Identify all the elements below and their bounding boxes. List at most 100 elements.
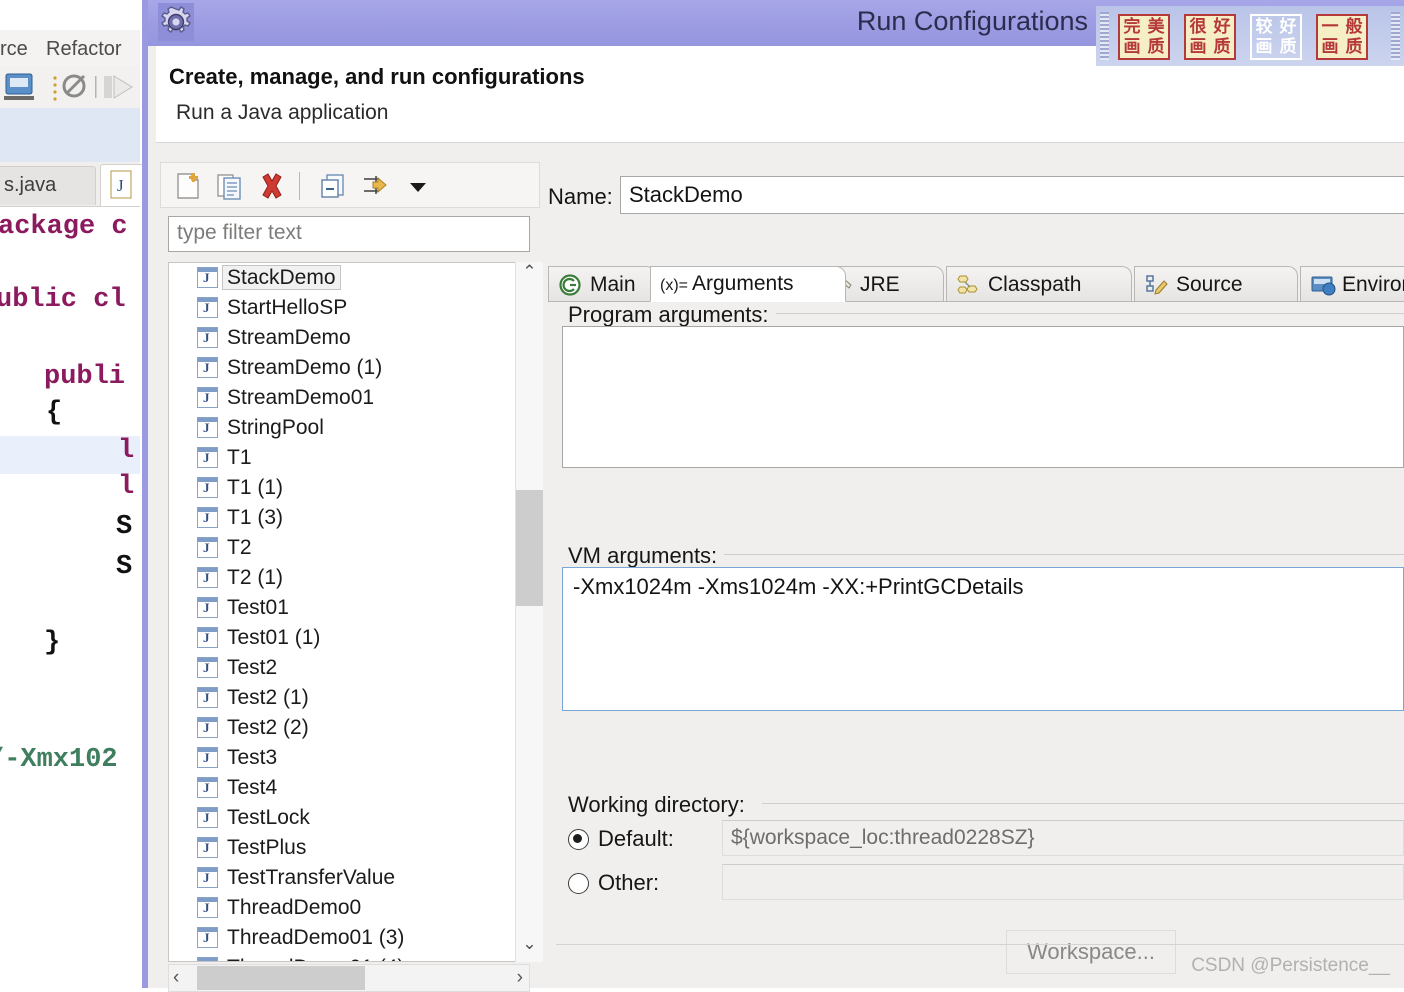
new-configuration-icon[interactable] xyxy=(171,169,205,203)
ide-code-line: l xyxy=(118,472,135,502)
tree-horizontal-scroll-thumb[interactable] xyxy=(197,966,365,990)
tree-item-label: T2 xyxy=(227,536,252,559)
ide-editor-tab-label: s.java xyxy=(4,174,57,196)
working-directory-other-value[interactable] xyxy=(722,864,1404,900)
filter-icon[interactable] xyxy=(359,169,393,203)
quality-button-char: 完 xyxy=(1123,17,1141,36)
tree-item-threaddemo01-4[interactable]: ThreadDemo01 (4) xyxy=(169,953,529,961)
tab-strip: Main (x)= Arguments JRE Classpath Source Envir… xyxy=(548,266,1404,302)
quality-button-char: 质 xyxy=(1345,37,1363,56)
drag-grip-right-icon[interactable] xyxy=(1391,12,1400,60)
ide-menu-refactor[interactable]: Refactor xyxy=(46,38,122,61)
gear-icon xyxy=(158,3,194,41)
ide-menu-source[interactable]: rce xyxy=(0,38,28,61)
tree-item-label: Test01 (1) xyxy=(227,626,321,649)
working-directory-default-value: ${workspace_loc:thread0228SZ} xyxy=(722,820,1404,856)
scroll-left-arrow-icon[interactable]: ‹ xyxy=(173,967,179,989)
quality-button-0[interactable]: 完美画质 xyxy=(1118,14,1170,60)
java-launch-icon xyxy=(197,747,218,768)
quality-button-char: 画 xyxy=(1189,37,1207,56)
tab-label: Main xyxy=(590,272,636,296)
tree-item-test2-1[interactable]: Test2 (1) xyxy=(169,683,529,713)
tree-item-threaddemo01-3[interactable]: ThreadDemo01 (3) xyxy=(169,923,529,953)
java-launch-icon xyxy=(197,717,218,738)
quality-button-2[interactable]: 较好画质 xyxy=(1250,14,1302,60)
tree-item-test01-1[interactable]: Test01 (1) xyxy=(169,623,529,653)
tree-item-starthellosp[interactable]: StartHelloSP xyxy=(169,293,529,323)
java-file-icon: J xyxy=(110,170,132,199)
tab-label: Source xyxy=(1176,272,1243,296)
ide-editor-tab-active[interactable]: J xyxy=(100,164,144,207)
java-launch-icon xyxy=(197,567,218,588)
program-arguments-textarea[interactable] xyxy=(562,326,1404,468)
duplicate-icon[interactable] xyxy=(213,169,247,203)
drag-grip-left-icon[interactable] xyxy=(1100,12,1109,60)
java-launch-icon xyxy=(197,507,218,528)
vm-arguments-label: VM arguments: xyxy=(562,543,724,569)
tree-item-test2[interactable]: Test2 xyxy=(169,653,529,683)
tree-item-test4[interactable]: Test4 xyxy=(169,773,529,803)
ide-toolbar-icons xyxy=(4,73,133,101)
working-directory-label: Working directory: xyxy=(562,792,751,818)
run-configurations-dialog: Run Configurations Create, manage, and r… xyxy=(142,0,1404,992)
scroll-right-arrow-icon[interactable]: › xyxy=(517,967,523,989)
tree-item-t1-1[interactable]: T1 (1) xyxy=(169,473,529,503)
tab-label: JRE xyxy=(860,272,900,296)
ide-code-line: S xyxy=(116,512,133,542)
tree-vertical-scrollbar[interactable]: ⌃ ⌄ xyxy=(515,262,543,962)
collapse-all-icon[interactable] xyxy=(316,169,350,203)
tree-item-streamdemo[interactable]: StreamDemo xyxy=(169,323,529,353)
ide-toolbar xyxy=(0,66,140,109)
tree-item-label: ThreadDemo01 (3) xyxy=(227,926,405,949)
tab-classpath[interactable]: Classpath xyxy=(946,266,1132,302)
tree-item-t1-3[interactable]: T1 (3) xyxy=(169,503,529,533)
view-menu-chevron-icon[interactable] xyxy=(401,169,435,203)
tree-item-t2[interactable]: T2 xyxy=(169,533,529,563)
tree-item-label: T1 (1) xyxy=(227,476,284,499)
tree-item-label: StringPool xyxy=(227,416,324,439)
workspace-button[interactable]: Workspace... xyxy=(1006,930,1176,974)
working-directory-other-radio-row[interactable]: Other: xyxy=(568,870,659,896)
name-input[interactable]: StackDemo xyxy=(620,176,1404,214)
configurations-tree[interactable]: StackDemo StartHelloSP StreamDemo StreamDem… xyxy=(168,262,530,962)
tab-arguments[interactable]: (x)= Arguments xyxy=(650,266,846,302)
tree-item-test2-2[interactable]: Test2 (2) xyxy=(169,713,529,743)
tab-environment[interactable]: Environment xyxy=(1300,266,1404,302)
tree-item-test01[interactable]: Test01 xyxy=(169,593,529,623)
tree-item-stringpool[interactable]: StringPool xyxy=(169,413,529,443)
quality-button-3[interactable]: 一般画质 xyxy=(1316,14,1368,60)
ide-code-editor xyxy=(0,206,140,989)
tree-item-stackdemo[interactable]: StackDemo xyxy=(169,263,529,293)
scroll-up-arrow-icon[interactable]: ⌃ xyxy=(516,262,543,288)
java-launch-icon xyxy=(197,357,218,378)
ide-menu-labels: rce Refactor xyxy=(0,30,140,66)
tab-main[interactable]: Main xyxy=(548,266,656,302)
tree-item-testtransfervalue[interactable]: TestTransferValue xyxy=(169,863,529,893)
working-directory-default-radio-row[interactable]: Default: xyxy=(568,826,674,852)
quality-button-1[interactable]: 很好画质 xyxy=(1184,14,1236,60)
tree-item-testlock[interactable]: TestLock xyxy=(169,803,529,833)
tab-label: Classpath xyxy=(988,272,1082,296)
delete-icon[interactable] xyxy=(255,169,289,203)
tree-item-t2-1[interactable]: T2 (1) xyxy=(169,563,529,593)
tree-vertical-scroll-thumb[interactable] xyxy=(516,490,543,606)
vm-arguments-textarea[interactable]: -Xmx1024m -Xms1024m -XX:+PrintGCDetails xyxy=(562,567,1404,711)
quality-selector-overlay: 完美画质很好画质较好画质一般画质 xyxy=(1096,6,1404,66)
search-input[interactable]: type filter text xyxy=(168,216,530,252)
radio-default[interactable] xyxy=(568,828,589,850)
page-title: Create, manage, and run configurations xyxy=(169,64,585,89)
scroll-down-arrow-icon[interactable]: ⌄ xyxy=(516,934,543,960)
tree-item-label: Test3 xyxy=(227,746,278,769)
working-directory-group-line xyxy=(762,803,1404,804)
classpath-icon xyxy=(956,273,982,297)
tree-item-streamdemo-1[interactable]: StreamDemo (1) xyxy=(169,353,529,383)
arguments-tab-page: Program arguments: VM arguments: -Xmx102… xyxy=(548,301,1404,988)
tree-item-streamdemo01[interactable]: StreamDemo01 xyxy=(169,383,529,413)
tree-item-testplus[interactable]: TestPlus xyxy=(169,833,529,863)
tree-item-label: ThreadDemo01 (4) xyxy=(227,956,404,961)
radio-other[interactable] xyxy=(568,872,589,894)
tree-item-t1[interactable]: T1 xyxy=(169,443,529,473)
tree-item-test3[interactable]: Test3 xyxy=(169,743,529,773)
tree-item-threaddemo0[interactable]: ThreadDemo0 xyxy=(169,893,529,923)
tab-source[interactable]: Source xyxy=(1134,266,1298,302)
